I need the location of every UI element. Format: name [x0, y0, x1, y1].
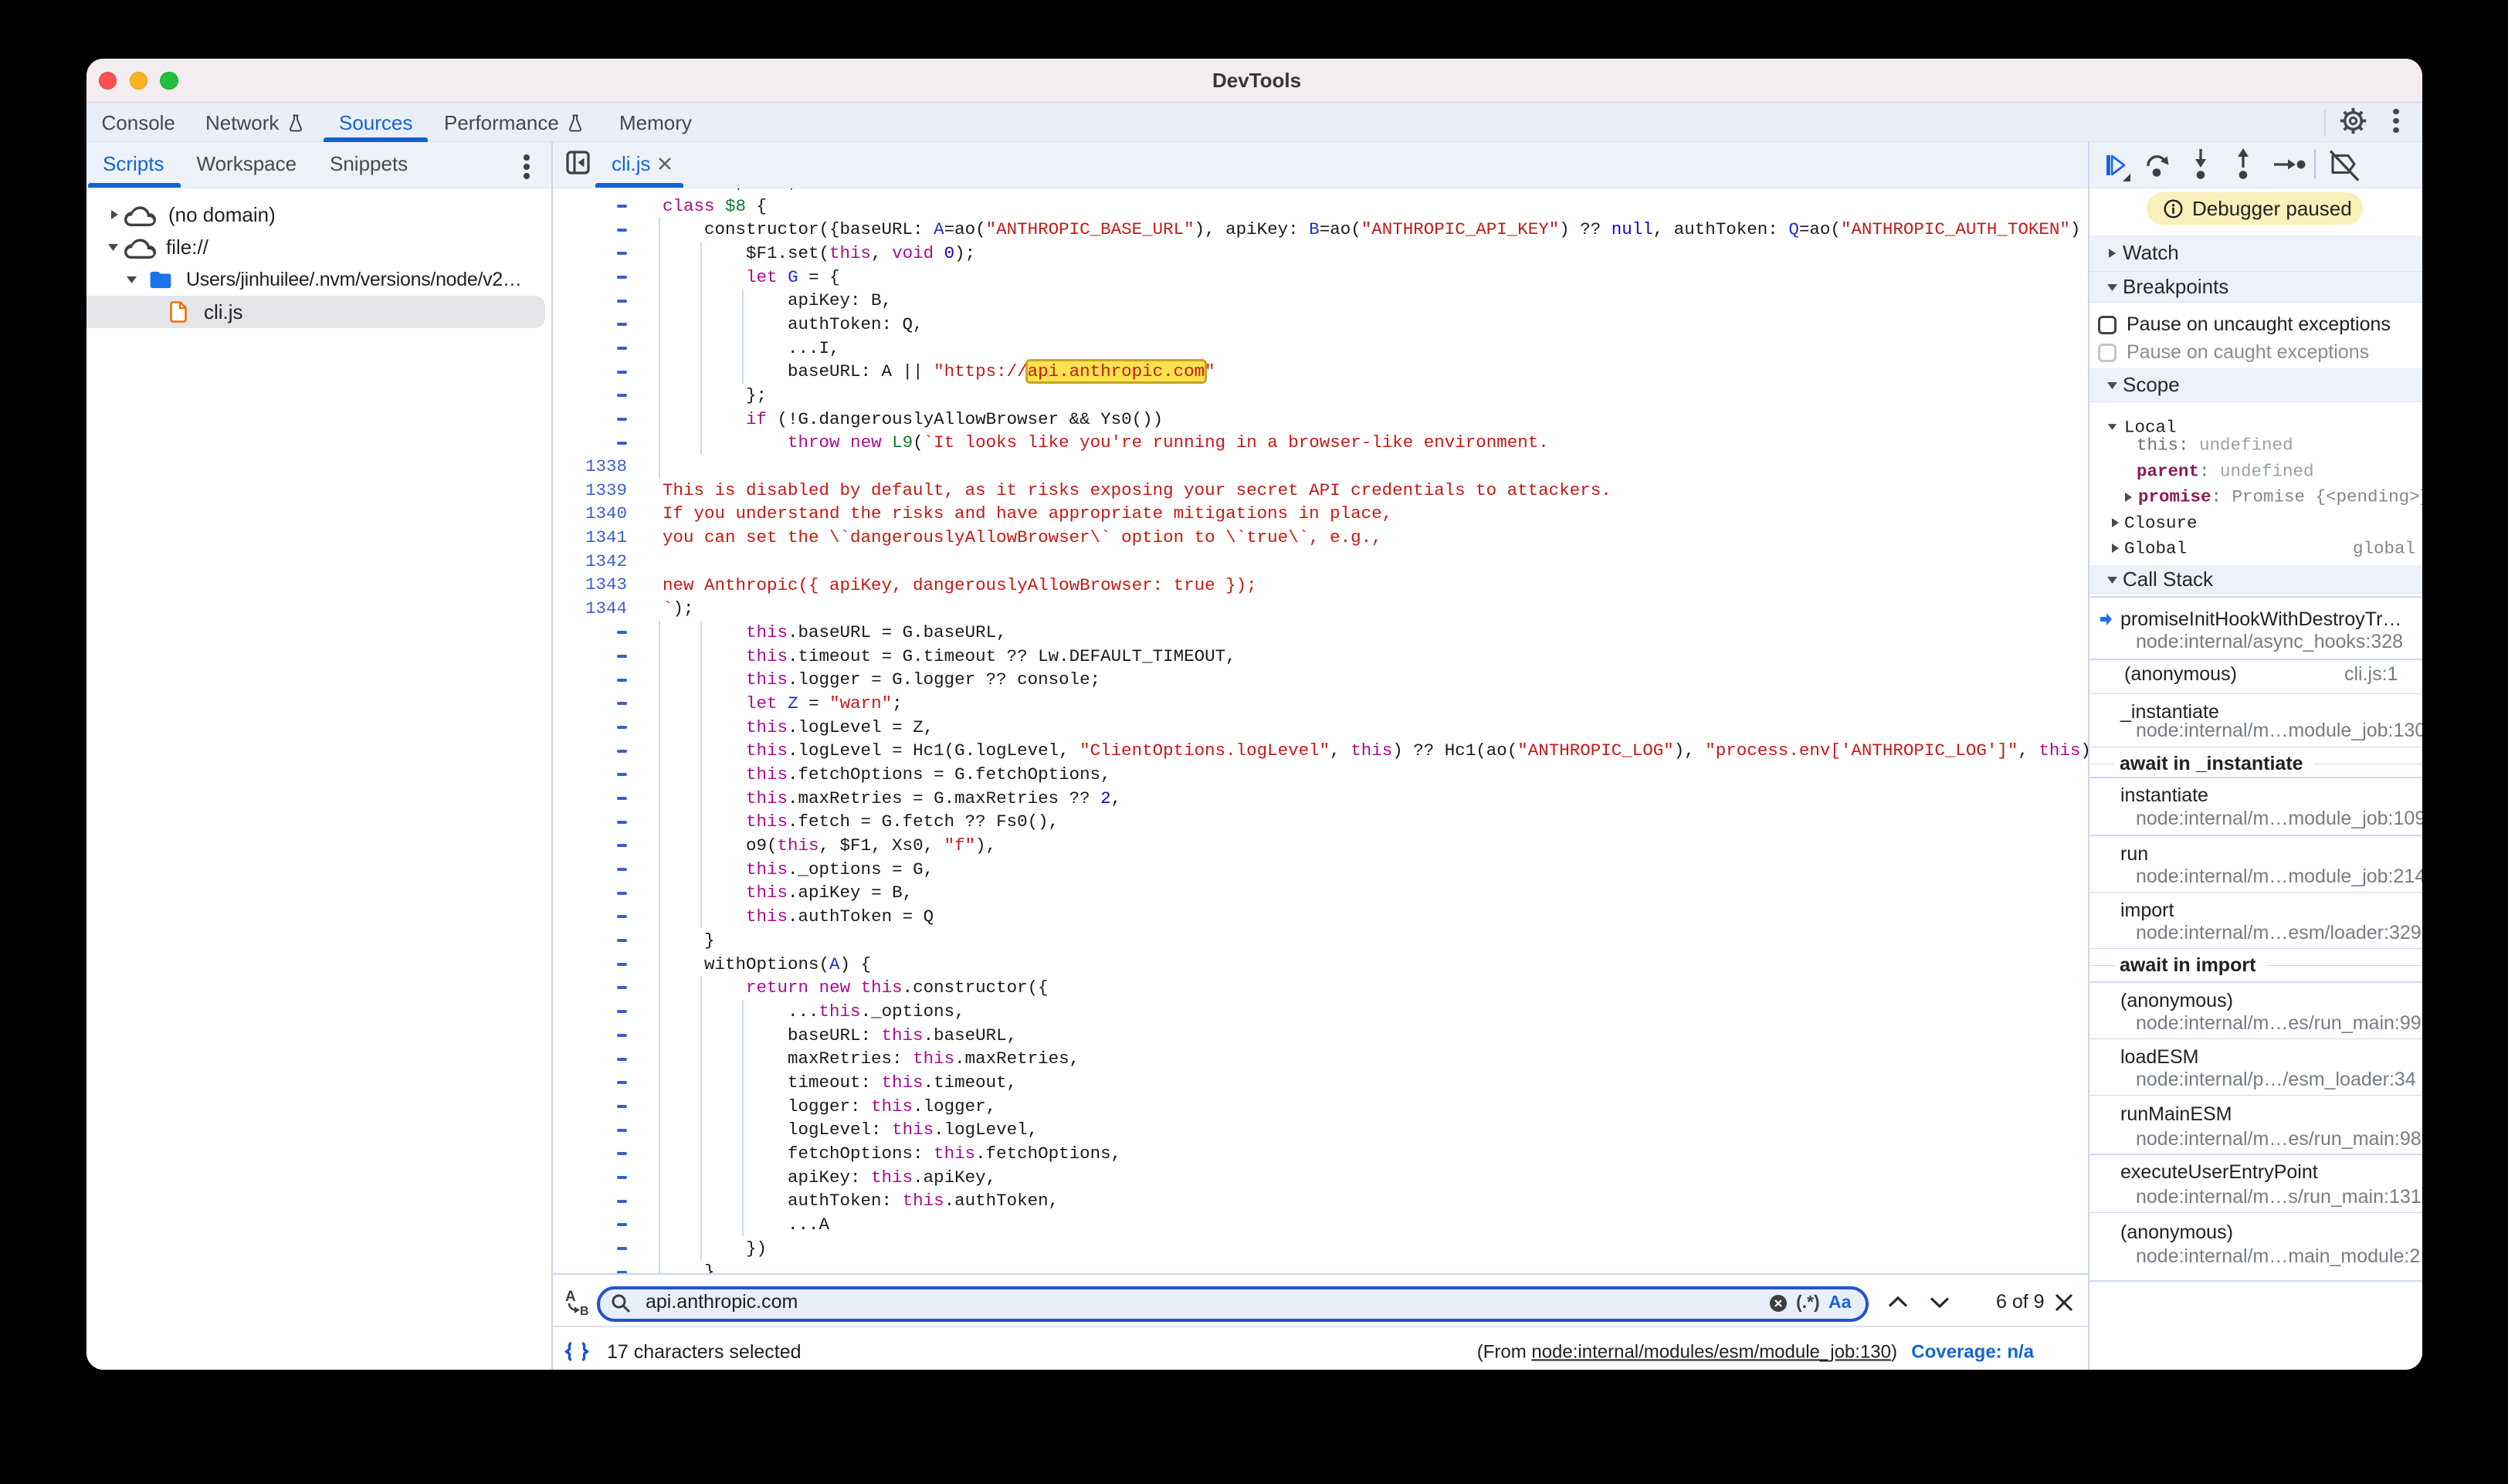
svg-text:B: B	[580, 1305, 589, 1317]
svg-text:A: A	[565, 1289, 576, 1305]
